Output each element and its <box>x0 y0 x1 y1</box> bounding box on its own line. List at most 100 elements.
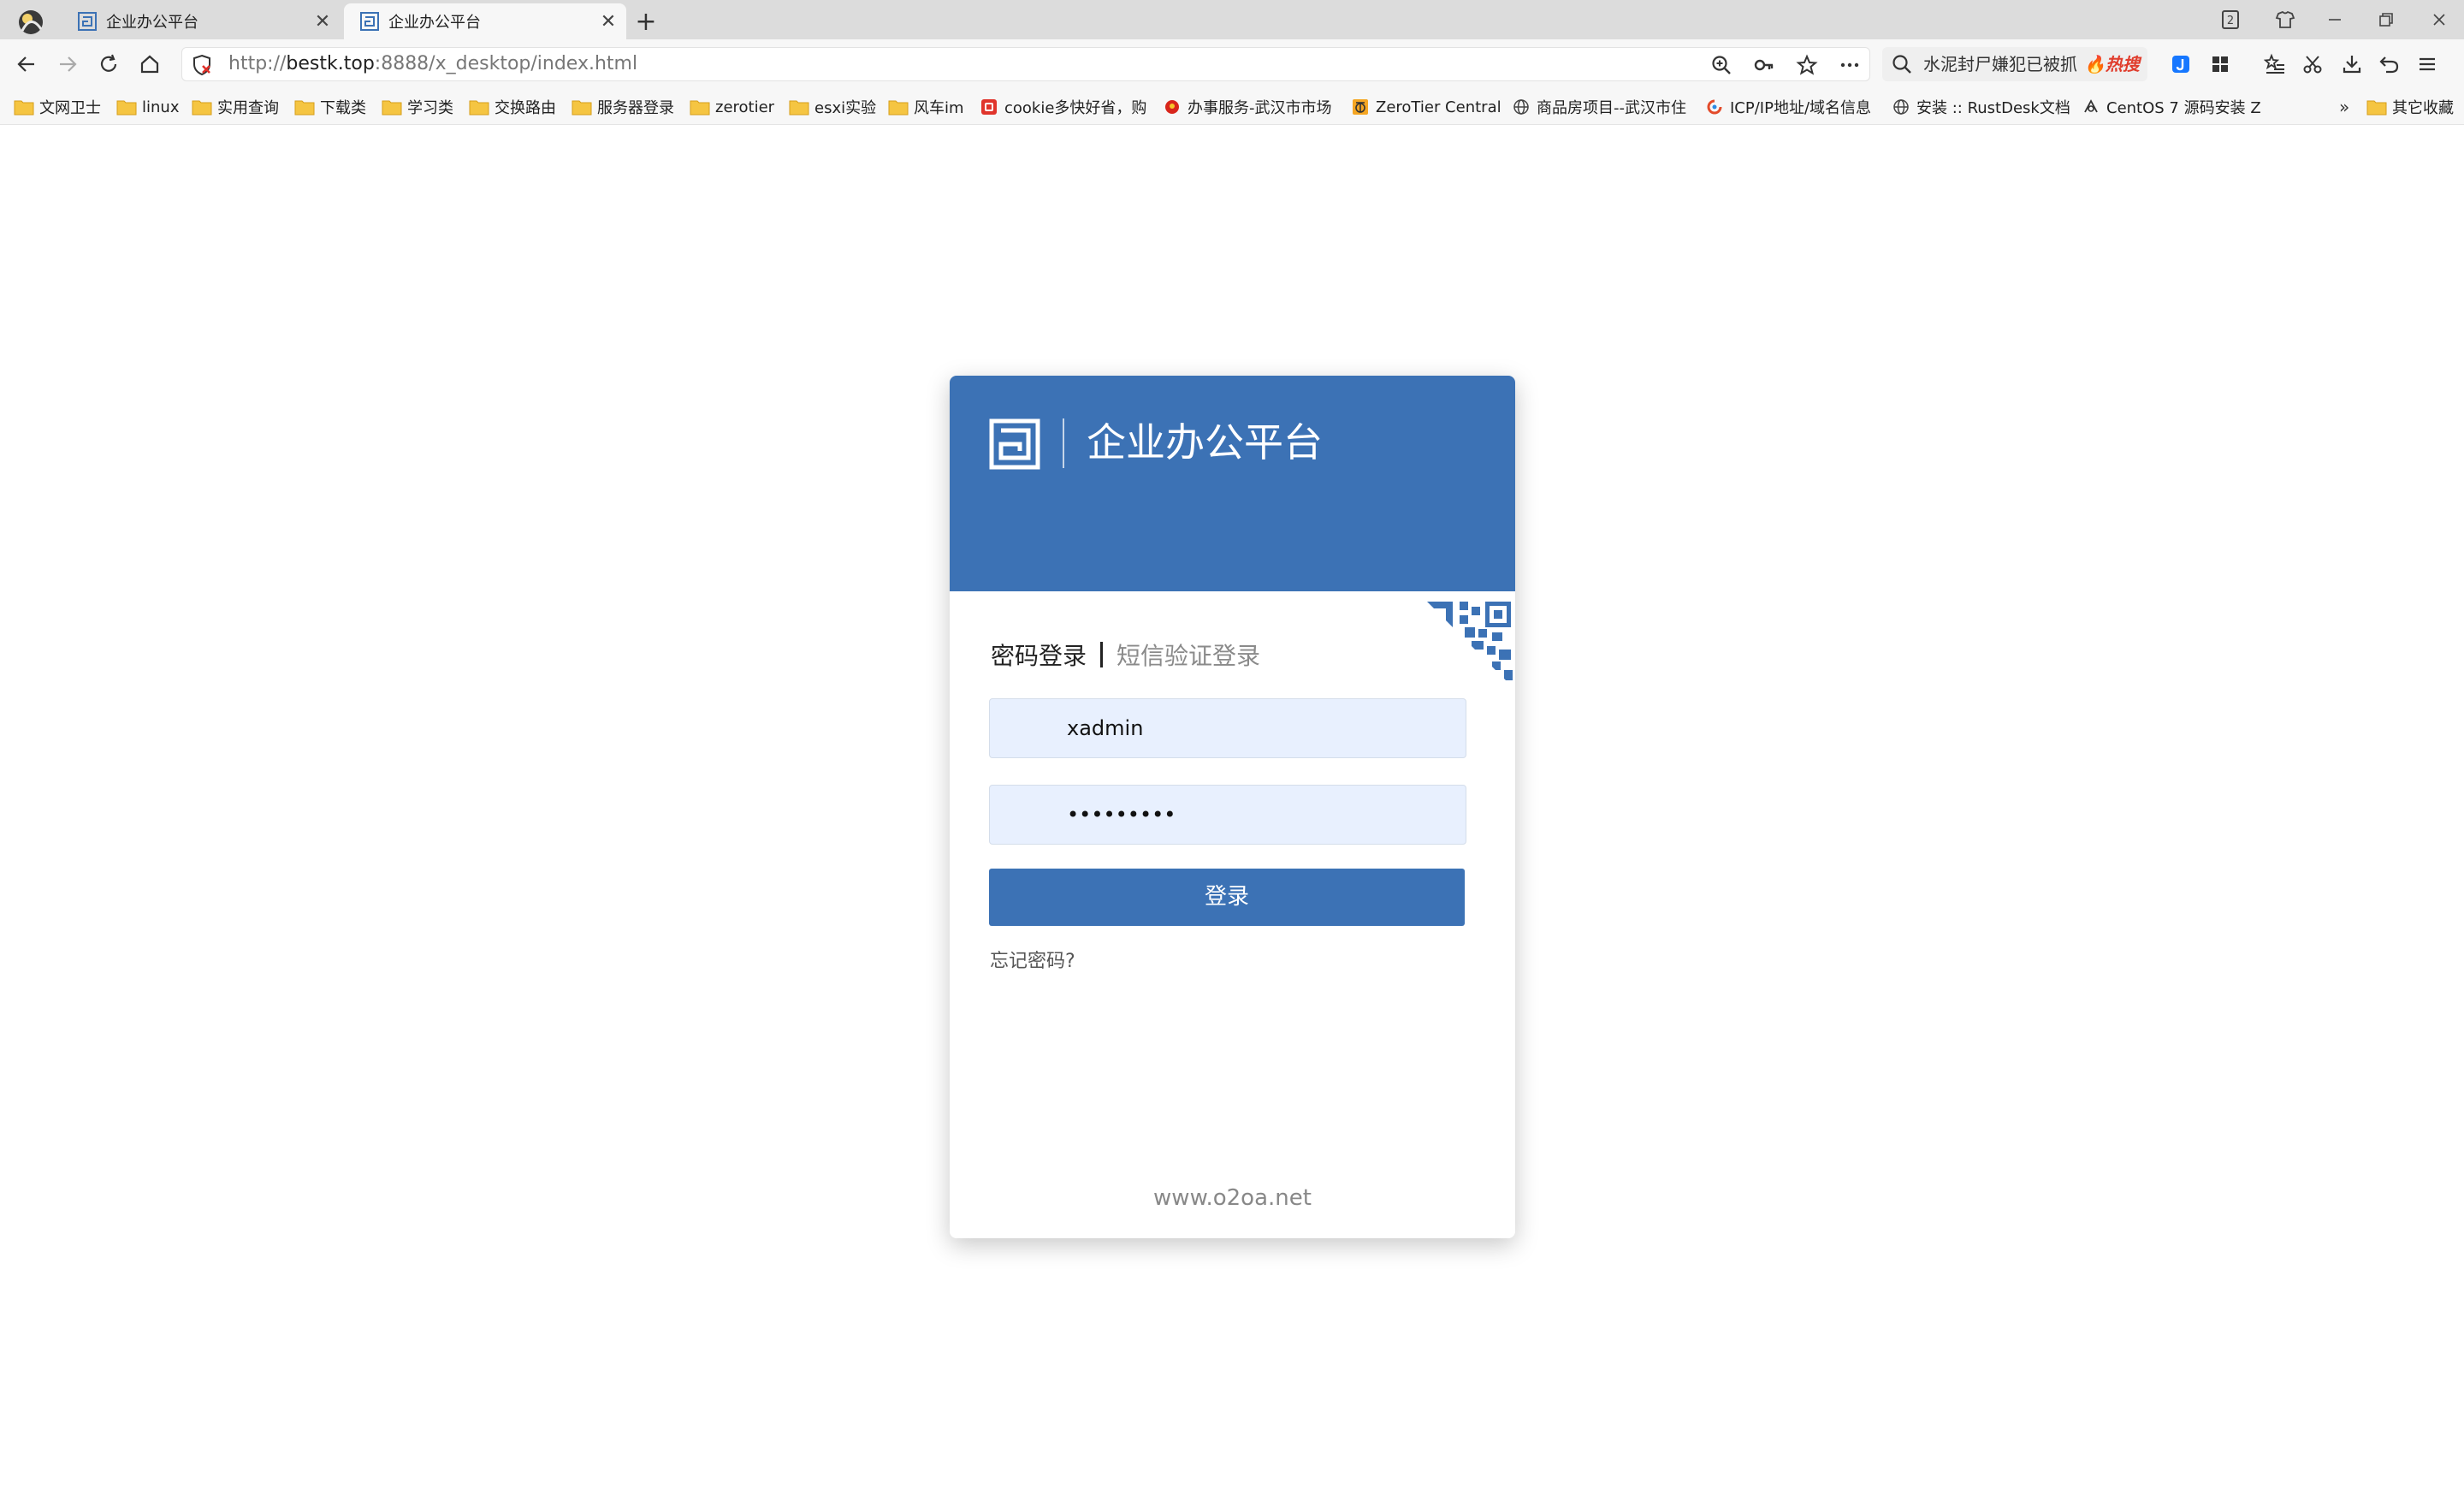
logo-divider <box>1063 418 1064 468</box>
bookmark-link[interactable]: ICP/IP地址/域名信息 <box>1704 89 1875 125</box>
url-text[interactable]: http://bestk.top:8888/x_desktop/index.ht… <box>228 48 637 80</box>
emblem-icon <box>1165 100 1179 114</box>
star-icon[interactable] <box>1794 52 1820 78</box>
navigation-bar: http://bestk.top:8888/x_desktop/index.ht… <box>0 39 2464 89</box>
site-footer-url: www.o2oa.net <box>1153 1185 1312 1211</box>
zerotier-icon <box>1353 99 1368 115</box>
bookmark-folder[interactable]: 下载类 <box>294 89 380 125</box>
tab-inactive[interactable]: 企业办公平台 ✕ <box>62 3 341 39</box>
other-bookmarks-folder[interactable]: 其它收藏 <box>2366 89 2464 125</box>
tab-count-button[interactable]: 2 <box>2216 5 2245 34</box>
menu-icon[interactable] <box>2413 50 2442 79</box>
folder-icon <box>14 100 34 116</box>
extension-j-icon[interactable] <box>2166 50 2195 79</box>
forgot-password-link[interactable]: 忘记密码? <box>990 946 1075 973</box>
bookmarks-overflow-button[interactable]: » <box>2339 89 2349 125</box>
sms-login-tab[interactable]: 短信验证登录 <box>1116 638 1260 672</box>
folder-icon <box>789 100 809 116</box>
tab-title: 企业办公平台 <box>106 14 198 32</box>
minimize-button[interactable] <box>2320 5 2349 34</box>
bookmark-link[interactable]: 安装 :: RustDesk文档 <box>1891 89 2070 125</box>
folder-icon <box>469 100 489 116</box>
tab-strip: 企业办公平台 ✕ 企业办公平台 ✕ + 2 <box>0 0 2464 39</box>
bookmark-folder[interactable]: linux <box>116 89 185 125</box>
bookmark-folder[interactable]: 风车im <box>888 89 974 125</box>
screenshot-scissors-icon[interactable] <box>2298 50 2327 79</box>
tab-close-icon[interactable]: ✕ <box>308 7 337 36</box>
folder-icon <box>382 100 402 116</box>
qr-code-login-icon[interactable] <box>1427 602 1513 687</box>
folder-icon <box>572 100 592 116</box>
platform-title: 企业办公平台 <box>1087 419 1323 466</box>
zoom-icon[interactable] <box>1709 52 1734 78</box>
restore-button[interactable] <box>2372 5 2401 34</box>
home-icon <box>140 55 159 74</box>
new-tab-button[interactable]: + <box>631 7 660 37</box>
more-dots-icon[interactable] <box>1837 52 1863 78</box>
folder-icon <box>192 100 212 116</box>
skin-icon[interactable] <box>2271 5 2300 34</box>
password-login-tab[interactable]: 密码登录 <box>991 638 1087 672</box>
username-value: xadmin <box>1067 716 1144 740</box>
favorites-list-icon[interactable] <box>2260 50 2289 79</box>
bookmark-link[interactable]: 商品房项目--武汉市住 <box>1511 89 1689 125</box>
folder-icon <box>116 100 137 116</box>
folder-icon <box>294 100 315 116</box>
bookmark-link[interactable]: CentOS 7 源码安装 Z <box>2081 89 2262 125</box>
login-button[interactable]: 登录 <box>989 869 1465 926</box>
bookmark-folder[interactable]: 学习类 <box>382 89 467 125</box>
reload-icon <box>100 54 117 72</box>
bookmark-link[interactable]: 办事服务-武汉市市场 <box>1162 89 1333 125</box>
search-suggestion-text: 水泥封尸嫌犯已被抓 <box>1923 54 2077 74</box>
bookmark-folder[interactable]: 文网卫士 <box>14 89 110 125</box>
reload-button[interactable] <box>94 50 123 79</box>
site-icon <box>981 99 997 115</box>
bookmark-folder[interactable]: zerotier <box>690 89 785 125</box>
tab-divider <box>1100 642 1104 667</box>
tab-count-icon: 2 <box>2222 10 2239 29</box>
swirl-icon <box>1707 99 1722 115</box>
tab-close-icon[interactable]: ✕ <box>594 7 623 36</box>
bookmark-folder[interactable]: esxi实验 <box>789 89 885 125</box>
folder-icon <box>690 100 710 116</box>
login-method-tabs: 密码登录 短信验证登录 <box>991 638 1260 672</box>
undo-close-icon[interactable] <box>2375 50 2404 79</box>
key-icon[interactable] <box>1751 52 1777 78</box>
search-icon <box>1892 55 1911 74</box>
bookmark-folder[interactable]: 服务器登录 <box>572 89 688 125</box>
bookmark-link[interactable]: ZeroTier Central <box>1350 89 1504 125</box>
login-card-header: 企业办公平台 <box>950 376 1515 591</box>
tab-active[interactable]: 企业办公平台 ✕ <box>344 3 626 39</box>
address-bar[interactable]: http://bestk.top:8888/x_desktop/index.ht… <box>181 47 1870 81</box>
bookmark-folder[interactable]: 交换路由 <box>469 89 568 125</box>
forward-button[interactable] <box>53 50 82 79</box>
hot-search-badge: 🔥热搜 <box>2084 54 2140 74</box>
insecure-shield-icon[interactable] <box>191 54 213 76</box>
globe-icon <box>1893 99 1909 115</box>
browser-logo-icon[interactable] <box>15 5 46 36</box>
folder-icon <box>888 100 909 116</box>
login-card: 企业办公平台 密码登录 短信验证登录 xadmin ••••••••• 登录 忘… <box>950 376 1515 1238</box>
home-button[interactable] <box>135 50 164 79</box>
close-window-button[interactable] <box>2425 5 2454 34</box>
o2oa-logo-icon <box>989 418 1040 470</box>
browser-window: 企业办公平台 ✕ 企业办公平台 ✕ + 2 http://bestk.top:8… <box>0 0 2464 1489</box>
centos-icon <box>2084 99 2098 113</box>
back-button[interactable] <box>12 50 41 79</box>
bookmark-folder[interactable]: 实用查询 <box>192 89 291 125</box>
apps-grid-icon[interactable] <box>2206 50 2235 79</box>
o2oa-favicon-icon <box>78 12 97 31</box>
password-value: ••••••••• <box>1067 803 1176 827</box>
search-box[interactable]: 水泥封尸嫌犯已被抓 🔥热搜 <box>1882 47 2147 81</box>
svg-text:2: 2 <box>2227 15 2234 27</box>
forward-arrow-icon <box>60 56 77 72</box>
bookmarks-bar: 文网卫士 linux 实用查询 下载类 学习类 交换路由 服务器登录 zerot… <box>0 89 2464 125</box>
o2oa-favicon-icon <box>360 12 379 31</box>
password-field[interactable]: ••••••••• <box>989 785 1466 845</box>
folder-icon <box>2366 100 2387 116</box>
back-arrow-icon <box>17 56 34 72</box>
download-icon[interactable] <box>2337 50 2366 79</box>
tab-title: 企业办公平台 <box>388 14 481 32</box>
username-field[interactable]: xadmin <box>989 698 1466 758</box>
bookmark-link[interactable]: cookie多快好省，购 <box>979 89 1146 125</box>
